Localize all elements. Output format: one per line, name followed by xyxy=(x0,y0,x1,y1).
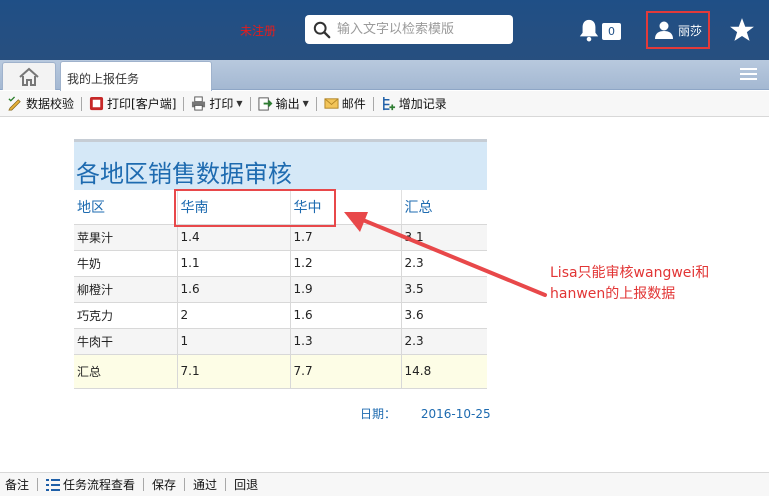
annotation-note: Lisa只能审核wangwei和 hanwen的上报数据 xyxy=(550,265,710,302)
bell-icon[interactable] xyxy=(578,18,600,42)
user-icon xyxy=(654,21,673,39)
table-cell: 牛奶 xyxy=(74,250,178,277)
bottom-divider xyxy=(143,478,145,491)
template-search[interactable] xyxy=(305,15,513,44)
print-button[interactable]: 打印 ▼ xyxy=(186,94,247,114)
save-button[interactable]: 保存 xyxy=(152,476,184,493)
add-record-icon xyxy=(382,96,395,111)
date-value: 2016-10-25 xyxy=(420,407,491,421)
app-header: 未注册 0 丽莎 xyxy=(0,0,769,60)
table-cell: 14.8 xyxy=(401,354,487,389)
table-cell[interactable]: 1.3 xyxy=(290,328,402,355)
pencil-check-icon xyxy=(8,96,21,111)
user-name: 丽莎 xyxy=(677,23,702,38)
bottom-divider xyxy=(37,478,39,491)
annotation-arrow xyxy=(344,212,547,297)
list-icon xyxy=(46,478,61,491)
column-highlight-box xyxy=(174,189,336,227)
tab-my-report-tasks[interactable]: 我的上报任务 xyxy=(60,61,212,91)
tab-bar: 我的上报任务 xyxy=(0,60,769,91)
table-cell: 汇总 xyxy=(74,354,178,389)
table-cell: 柳橙汁 xyxy=(74,276,178,303)
mail-icon xyxy=(324,98,339,109)
table-cell[interactable]: 1 xyxy=(177,328,291,355)
table-cell: 3.6 xyxy=(401,302,487,329)
remark-button[interactable]: 备注 xyxy=(5,476,37,493)
export-icon xyxy=(258,97,273,111)
table-cell[interactable]: 1.4 xyxy=(177,224,291,251)
toolbar-divider xyxy=(81,96,83,111)
notification-count-badge[interactable]: 0 xyxy=(602,23,621,40)
toolbar: 数据校验 打印[客户端] 打印 ▼ 输出 ▼ 邮件 增加记录 xyxy=(0,91,769,117)
table-cell: 苹果汁 xyxy=(74,224,178,251)
chevron-down-icon: ▼ xyxy=(302,99,309,108)
bottom-divider xyxy=(225,478,227,491)
add-record-button[interactable]: 增加记录 xyxy=(376,94,452,114)
approve-button[interactable]: 通过 xyxy=(193,476,225,493)
column-header: 地区 xyxy=(74,190,177,225)
table-cell: 7.7 xyxy=(290,354,402,389)
date-label: 日期： xyxy=(360,407,397,421)
printer-icon xyxy=(192,96,206,111)
report-date: 日期： 2016-10-25 xyxy=(360,405,491,422)
menu-icon[interactable] xyxy=(740,68,757,82)
task-flow-button[interactable]: 任务流程查看 xyxy=(46,476,143,493)
table-cell: 牛肉干 xyxy=(74,328,178,355)
search-icon xyxy=(313,21,331,38)
chevron-down-icon: ▼ xyxy=(236,99,243,108)
table-cell[interactable]: 1.1 xyxy=(177,250,291,277)
toolbar-divider xyxy=(249,96,251,111)
user-profile-button[interactable]: 丽莎 xyxy=(646,11,710,49)
toolbar-divider xyxy=(183,96,185,111)
report-title: 各地区销售数据审核 xyxy=(74,139,487,190)
unregistered-label: 未注册 xyxy=(240,24,277,38)
total-row: 汇总 7.1 7.7 14.8 xyxy=(74,354,487,389)
table-cell[interactable]: 2 xyxy=(177,302,291,329)
table-cell[interactable]: 1.6 xyxy=(290,302,402,329)
email-button[interactable]: 邮件 xyxy=(319,94,371,114)
toolbar-divider xyxy=(372,96,374,111)
data-validate-button[interactable]: 数据校验 xyxy=(3,94,79,114)
export-button[interactable]: 输出 ▼ xyxy=(253,94,314,114)
pdf-print-icon xyxy=(89,96,104,111)
toolbar-divider xyxy=(315,96,317,111)
rollback-button[interactable]: 回退 xyxy=(234,476,266,493)
star-icon[interactable] xyxy=(729,17,755,43)
bottom-divider xyxy=(184,478,186,491)
tab-home[interactable] xyxy=(2,62,56,90)
table-row: 牛肉干 1 1.3 2.3 xyxy=(74,328,487,355)
home-icon xyxy=(19,67,39,86)
table-cell: 2.3 xyxy=(401,328,487,355)
table-cell: 巧克力 xyxy=(74,302,178,329)
bottom-action-bar: 备注 任务流程查看 保存 通过 回退 xyxy=(0,472,769,496)
table-cell[interactable]: 1.6 xyxy=(177,276,291,303)
client-print-button[interactable]: 打印[客户端] xyxy=(84,94,181,114)
table-row: 巧克力 2 1.6 3.6 xyxy=(74,302,487,329)
search-input[interactable] xyxy=(337,22,507,37)
table-cell: 7.1 xyxy=(177,354,291,389)
